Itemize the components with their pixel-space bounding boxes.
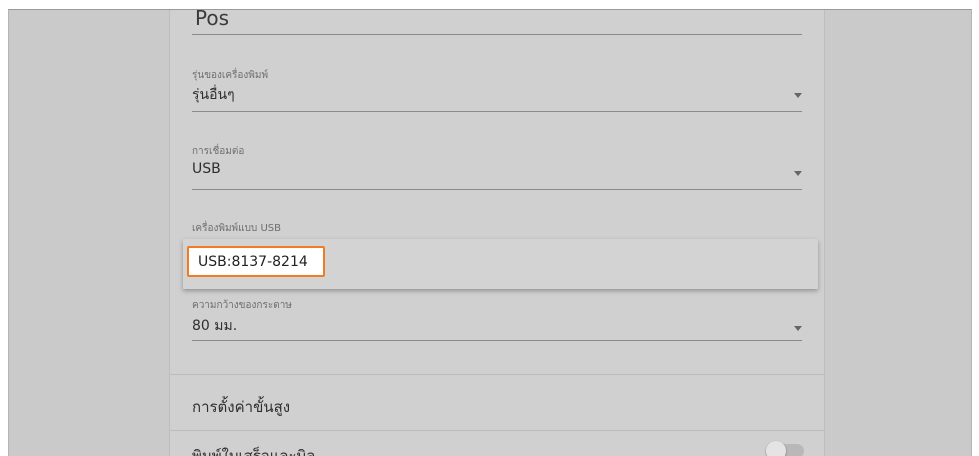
usb-printer-label: เครื่องพิมพ์แบบ USB bbox=[192, 223, 281, 234]
paper-width-dropdown[interactable]: ความกว้างของกระดาษ 80 มม. bbox=[192, 298, 802, 348]
usb-printer-option[interactable]: USB:8137-8214 bbox=[183, 239, 818, 289]
chevron-down-icon bbox=[794, 171, 802, 176]
chevron-down-icon bbox=[794, 326, 802, 331]
advanced-settings-item[interactable]: การตั้งค่าขั้นสูง bbox=[192, 395, 290, 419]
printer-settings-panel: Pos รุ่นของเครื่องพิมพ์ รุ่นอื่นๆ การเชื… bbox=[169, 10, 825, 456]
printer-model-value: รุ่นอื่นๆ bbox=[192, 87, 235, 103]
connection-value: USB bbox=[192, 161, 221, 177]
printer-name-value: Pos bbox=[195, 9, 230, 30]
printer-name-underline bbox=[192, 34, 802, 35]
bottom-option-label: พิมพ์ใบเสร็จและบิล bbox=[192, 447, 316, 456]
printer-model-label: รุ่นของเครื่องพิมพ์ bbox=[192, 70, 269, 81]
paper-width-underline bbox=[192, 340, 802, 341]
chevron-down-icon bbox=[794, 93, 802, 98]
printer-name-field[interactable]: Pos bbox=[192, 10, 802, 36]
usb-printer-value: USB:8137-8214 bbox=[198, 254, 308, 270]
connection-dropdown[interactable]: การเชื่อมต่อ USB bbox=[192, 142, 802, 192]
usb-printer-highlight[interactable]: USB:8137-8214 bbox=[187, 246, 325, 277]
paper-width-label: ความกว้างของกระดาษ bbox=[192, 300, 292, 311]
section-divider bbox=[170, 430, 824, 431]
usb-printer-label-row: เครื่องพิมพ์แบบ USB bbox=[192, 221, 802, 237]
printer-model-dropdown[interactable]: รุ่นของเครื่องพิมพ์ รุ่นอื่นๆ bbox=[192, 64, 802, 114]
connection-underline bbox=[192, 189, 802, 190]
section-divider bbox=[170, 374, 824, 375]
printer-model-underline bbox=[192, 111, 802, 112]
toggle-knob bbox=[766, 441, 786, 456]
paper-width-value: 80 มม. bbox=[192, 318, 238, 334]
app-screen: Pos รุ่นของเครื่องพิมพ์ รุ่นอื่นๆ การเชื… bbox=[8, 9, 972, 456]
connection-label: การเชื่อมต่อ bbox=[192, 146, 245, 157]
bottom-option-toggle[interactable] bbox=[766, 441, 804, 456]
